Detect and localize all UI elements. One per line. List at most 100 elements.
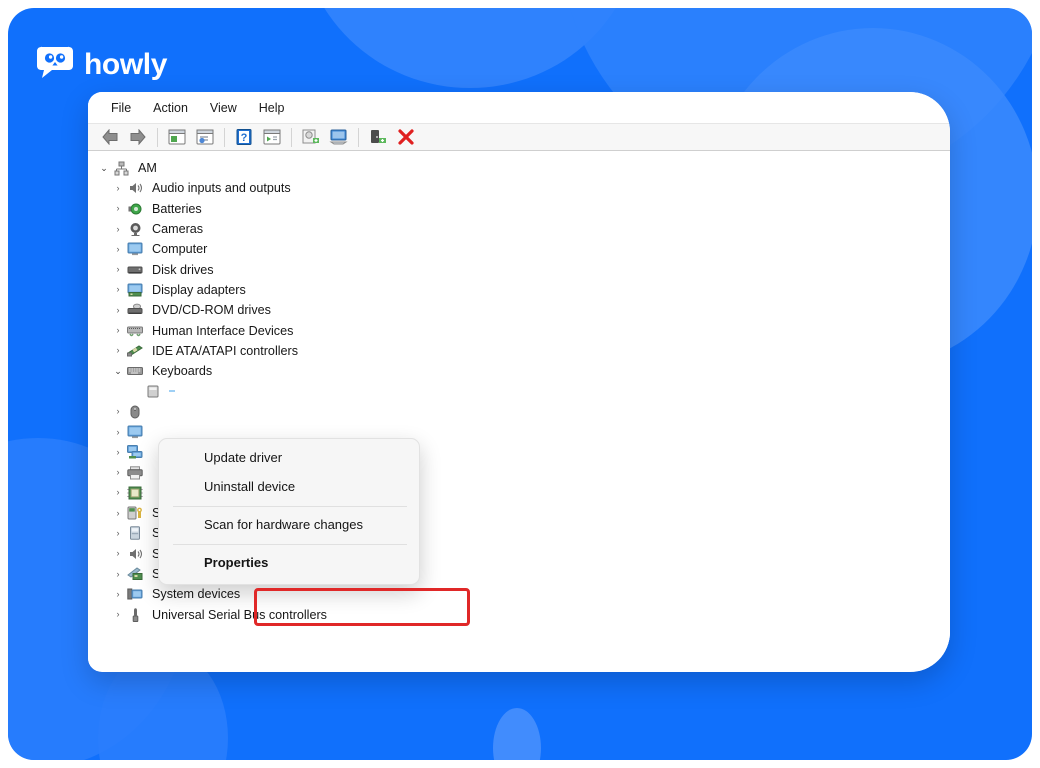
tree-item-label: Cameras: [152, 222, 204, 237]
tree-item-label: Computer: [152, 242, 208, 257]
monitor-icon: [126, 424, 144, 440]
chevron-right-icon[interactable]: ›: [110, 265, 126, 274]
toolbar-show-hidden[interactable]: [192, 125, 218, 149]
ctx-scan-hardware[interactable]: Scan for hardware changes: [159, 511, 419, 540]
tree-item-computer[interactable]: › Computer: [88, 239, 950, 259]
tree-item-hid[interactable]: › Human Interface Devices: [88, 320, 950, 340]
dvd-drive-icon: [126, 302, 144, 318]
network-adapter-icon: [126, 444, 144, 460]
tree-item-system-devices[interactable]: › System devices: [88, 584, 950, 604]
software-device-icon: [126, 525, 144, 541]
processor-icon: [126, 485, 144, 501]
monitor-icon: [126, 241, 144, 257]
chevron-right-icon[interactable]: ›: [110, 204, 126, 213]
menu-help[interactable]: Help: [248, 98, 296, 118]
tree-item-display-adapters[interactable]: › Display adapters: [88, 280, 950, 300]
chevron-right-icon[interactable]: ›: [110, 285, 126, 294]
toolbar-properties[interactable]: [164, 125, 190, 149]
tree-item-label: Human Interface Devices: [152, 323, 294, 338]
toolbar: ?: [88, 123, 950, 151]
speaker-icon: [126, 180, 144, 196]
context-menu: Update driver Uninstall device Scan for …: [158, 438, 470, 626]
chevron-right-icon[interactable]: ›: [110, 508, 126, 518]
ctx-properties[interactable]: Properties: [159, 549, 419, 578]
chevron-right-icon[interactable]: ›: [110, 549, 126, 558]
security-device-icon: [126, 505, 144, 521]
toolbar-scan-changes[interactable]: [326, 125, 352, 149]
device-tree: ⌄ AM › Audio inputs and outputs › Batter…: [88, 151, 950, 671]
tree-item-mice[interactable]: ›: [88, 402, 950, 422]
ctx-update-driver[interactable]: Update driver: [159, 444, 419, 473]
chevron-right-icon[interactable]: ›: [110, 589, 126, 599]
brand-logo: howly: [36, 44, 167, 85]
chevron-right-icon[interactable]: ›: [110, 488, 126, 497]
tree-item-ide-controllers[interactable]: › IDE ATA/ATAPI controllers: [88, 341, 950, 361]
brand-name: howly: [84, 47, 168, 81]
svg-text:?: ?: [241, 132, 248, 144]
tree-root-label: AM: [138, 161, 157, 176]
chevron-right-icon[interactable]: ›: [110, 305, 126, 315]
toolbar-add-hardware[interactable]: [365, 125, 391, 149]
chevron-right-icon[interactable]: ›: [110, 326, 126, 335]
chevron-right-icon[interactable]: ›: [110, 224, 126, 234]
display-adapter-icon: [126, 282, 144, 298]
ctx-uninstall-device[interactable]: Uninstall device: [159, 473, 419, 502]
menu-view[interactable]: View: [199, 98, 248, 118]
menu-action[interactable]: Action: [142, 98, 199, 118]
tree-item-label: Audio inputs and outputs: [152, 181, 291, 196]
toolbar-update-driver[interactable]: [259, 125, 285, 149]
chevron-right-icon[interactable]: ›: [110, 528, 126, 538]
menu-bar: File Action View Help: [88, 92, 950, 123]
chevron-right-icon[interactable]: ›: [110, 468, 126, 477]
tree-item-audio[interactable]: › Audio inputs and outputs: [88, 178, 950, 198]
chevron-right-icon[interactable]: ›: [110, 244, 126, 254]
tree-root-node[interactable]: ⌄ AM: [88, 158, 950, 178]
toolbar-separator: [157, 127, 158, 147]
context-menu-separator: [173, 543, 407, 545]
tree-item-label: Keyboards: [152, 364, 213, 379]
tree-item-label: DVD/CD-ROM drives: [152, 303, 271, 318]
context-menu-separator: [173, 505, 407, 507]
keyboard-icon: [126, 363, 144, 379]
ide-controller-icon: [126, 343, 144, 359]
tree-item-keyboards[interactable]: ⌄ Keyboards: [88, 361, 950, 381]
disk-drive-icon: [126, 262, 144, 278]
mouse-icon: [126, 404, 144, 420]
tree-item-batteries[interactable]: › Batteries: [88, 199, 950, 219]
chevron-right-icon[interactable]: ›: [110, 447, 126, 457]
tree-item-usb-controllers[interactable]: › Universal Serial Bus controllers: [88, 605, 950, 625]
toolbar-help[interactable]: ?: [231, 125, 257, 149]
toolbar-disable-device[interactable]: [393, 125, 419, 149]
system-device-icon: [126, 586, 144, 602]
tree-item-disk-drives[interactable]: › Disk drives: [88, 259, 950, 279]
decorative-circle: [493, 708, 541, 760]
tree-item-keyboard-device[interactable]: [88, 381, 950, 401]
toolbar-uninstall[interactable]: [298, 125, 324, 149]
toolbar-forward[interactable]: [125, 125, 151, 149]
tree-item-cameras[interactable]: › Cameras: [88, 219, 950, 239]
usb-icon: [126, 607, 144, 623]
chevron-right-icon[interactable]: ›: [110, 427, 126, 437]
computer-node-icon: [112, 160, 130, 176]
owl-speech-bubble-icon: [36, 44, 74, 85]
tree-item-label: Batteries: [152, 201, 202, 216]
tree-item-dvd-drives[interactable]: › DVD/CD-ROM drives: [88, 300, 950, 320]
screenshot-root: howly File Action View Help ? ⌄ AM › Aud…: [0, 0, 1040, 768]
chevron-down-icon[interactable]: ⌄: [96, 163, 112, 173]
chevron-right-icon[interactable]: ›: [110, 346, 126, 355]
chevron-right-icon[interactable]: ›: [110, 183, 126, 193]
keyboard-device-icon: [146, 383, 164, 399]
chevron-right-icon[interactable]: ›: [110, 407, 126, 416]
chevron-right-icon[interactable]: ›: [110, 569, 126, 579]
toolbar-back[interactable]: [97, 125, 123, 149]
toolbar-separator: [224, 127, 225, 147]
camera-icon: [126, 221, 144, 237]
hid-icon: [126, 323, 144, 339]
tree-item-label: Display adapters: [152, 282, 246, 297]
menu-file[interactable]: File: [100, 98, 142, 118]
tree-item-label: Disk drives: [152, 262, 214, 277]
battery-icon: [126, 201, 144, 217]
tree-item-label: Universal Serial Bus controllers: [152, 607, 327, 622]
chevron-right-icon[interactable]: ›: [110, 610, 126, 619]
chevron-down-icon[interactable]: ⌄: [110, 366, 126, 376]
